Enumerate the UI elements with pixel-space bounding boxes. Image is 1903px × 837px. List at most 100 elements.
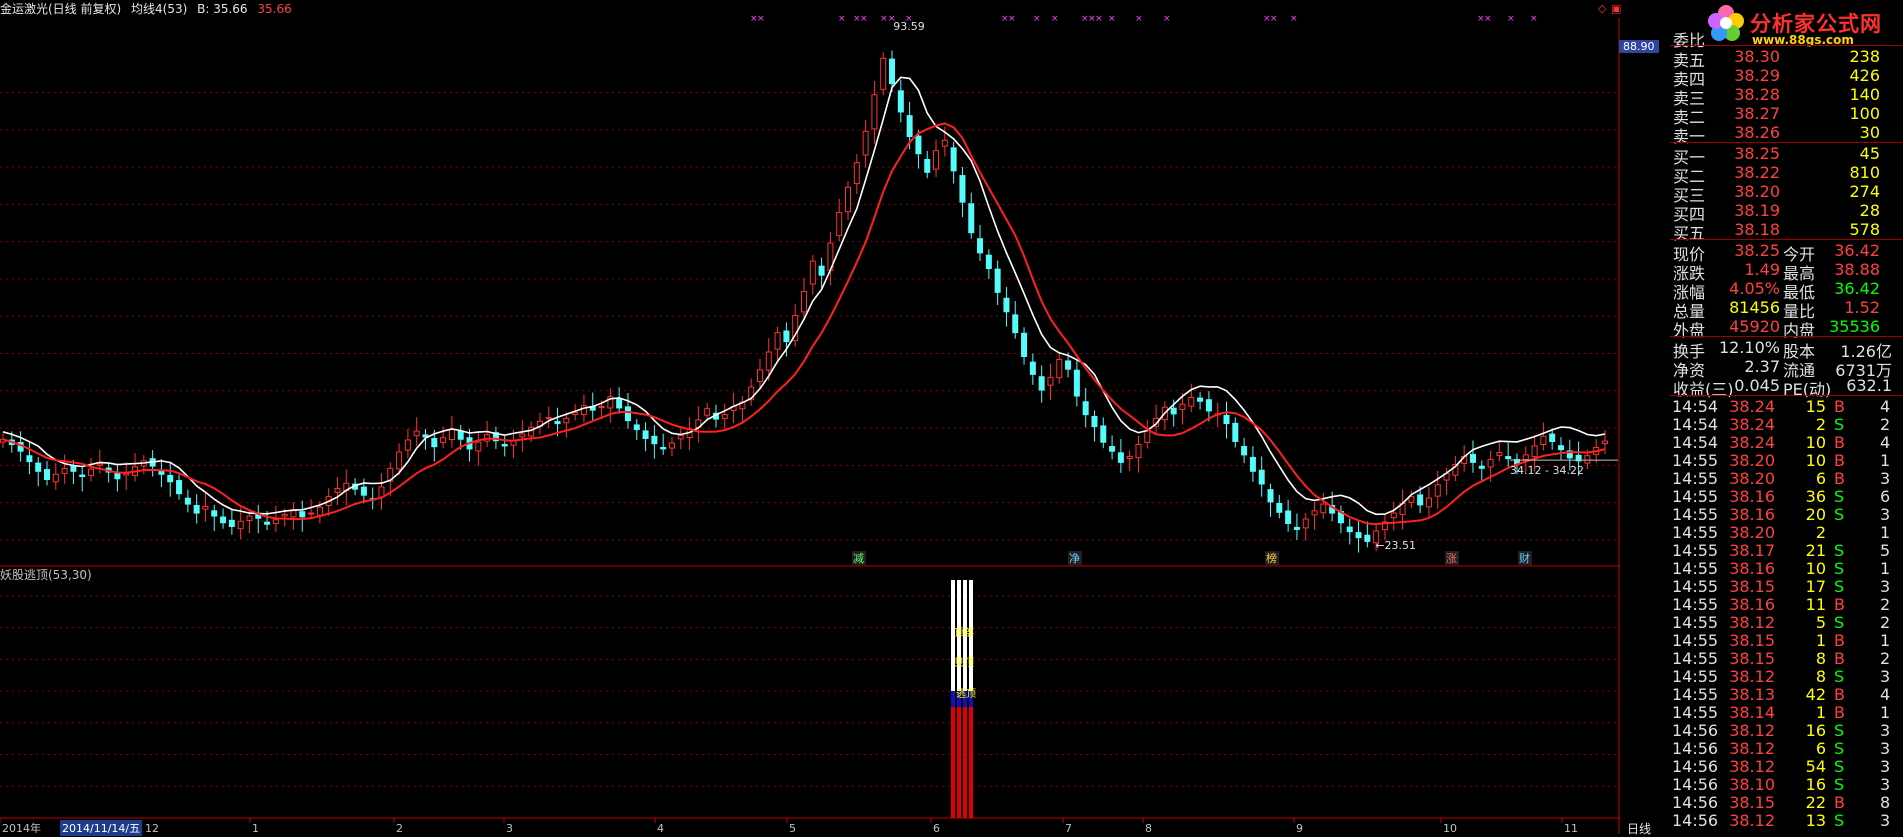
window-menu-icon[interactable]: ▣	[1611, 2, 1621, 15]
candle-body	[35, 462, 42, 472]
candle-body	[624, 406, 631, 422]
xtick-label: 2014年	[2, 821, 41, 834]
candle-body	[545, 417, 552, 420]
candlestick-chart[interactable]: 85.0080.0075.0070.0065.0060.0055.0050.00…	[0, 0, 1620, 834]
event-tag: 榜	[1266, 551, 1277, 565]
tick-side: S	[1834, 757, 1845, 776]
quote-value: 1.49	[1744, 260, 1780, 279]
candle-body	[1302, 518, 1309, 529]
period-label[interactable]: 日线	[1627, 820, 1651, 837]
bid-price: 38.19	[1734, 201, 1780, 220]
candle-body	[1109, 446, 1116, 452]
top-signal-marker: ×	[1008, 14, 1016, 24]
candle-body	[598, 405, 605, 408]
tick-row: 14:55 38.15 8 B 2	[1670, 649, 1893, 668]
quote-row: 总量 81456 量比 1.52	[1670, 298, 1893, 321]
tick-price: 38.24	[1729, 415, 1775, 434]
tick-time: 14:55	[1672, 613, 1719, 632]
fund-row: 净资 2.37 流通 6731万	[1670, 357, 1893, 380]
bid-row: 买五 38.18 578	[1670, 220, 1893, 243]
tick-price: 38.12	[1729, 613, 1775, 632]
tick-row: 14:55 38.13 42 B 4	[1670, 685, 1893, 704]
bid-row: 买三 38.20 274	[1670, 182, 1893, 205]
xtick-label: 11	[1564, 822, 1578, 834]
xtick-label: 3	[506, 822, 513, 834]
tick-count: 1	[1880, 451, 1891, 470]
candle-body	[677, 435, 684, 440]
candle-body	[1047, 376, 1054, 386]
candle-body	[1531, 445, 1538, 458]
candle-body	[1232, 422, 1239, 442]
candle-body	[26, 455, 33, 463]
tick-price: 38.15	[1729, 793, 1775, 812]
tick-volume: 5	[1815, 613, 1826, 632]
candle-body	[1038, 376, 1045, 391]
candle-body	[1135, 443, 1142, 459]
candle-body	[61, 467, 68, 474]
candle-body	[1346, 526, 1353, 533]
tick-row: 14:54 38.24 15 B 4	[1670, 397, 1893, 416]
candle-body	[1012, 314, 1019, 334]
tick-volume: 1	[1815, 631, 1826, 650]
tick-volume: 10	[1805, 559, 1826, 578]
tick-row: 14:55 38.17 21 S 5	[1670, 541, 1893, 560]
candle-body	[246, 515, 253, 521]
weibi-row: 委比	[1670, 27, 1893, 50]
bid-row: 买二 38.22 810	[1670, 163, 1893, 186]
tick-volume: 8	[1815, 667, 1826, 686]
top-signal-marker: ×	[838, 14, 846, 24]
candle-body	[871, 94, 878, 130]
fund-value: 632.1	[1846, 376, 1892, 395]
tick-time: 14:56	[1672, 721, 1719, 740]
ask-row: 卖三 38.28 140	[1670, 85, 1893, 108]
candle-body	[1100, 425, 1107, 443]
tick-price: 38.20	[1729, 523, 1775, 542]
indicator-bar-red	[951, 706, 955, 818]
chart-header: 金运激光(日线 前复权) 均线4(53) B: 35.66 35.66	[0, 0, 298, 17]
candle-body	[176, 480, 183, 495]
indicator-bar-red	[957, 706, 961, 818]
candle-body	[968, 203, 975, 234]
tick-time: 14:55	[1672, 487, 1719, 506]
tick-count: 3	[1880, 721, 1891, 740]
tick-time: 14:54	[1672, 433, 1719, 452]
candle-body	[272, 519, 279, 525]
event-tag: 涨	[1446, 552, 1457, 565]
top-signal-marker: ×	[1108, 14, 1116, 24]
top-signal-marker: ×	[860, 14, 868, 24]
candle-body	[1249, 456, 1256, 472]
candle-body	[1505, 456, 1512, 460]
fund-value: 12.10%	[1718, 338, 1780, 357]
candle-body	[1276, 502, 1283, 513]
tick-row: 14:55 38.12 8 S 3	[1670, 667, 1893, 686]
ask-price: 38.29	[1734, 66, 1780, 85]
tick-price: 38.16	[1729, 487, 1775, 506]
tick-side: B	[1834, 451, 1845, 470]
tick-count: 2	[1880, 649, 1891, 668]
candle-body	[889, 58, 896, 85]
tick-time: 14:54	[1672, 415, 1719, 434]
candle-body	[1117, 452, 1124, 463]
top-signal-marker: ×	[1270, 14, 1278, 24]
tick-time: 14:55	[1672, 505, 1719, 524]
fund-row: 换手 12.10% 股本 1.26亿	[1670, 338, 1893, 361]
candle-body	[801, 291, 807, 313]
tick-side: S	[1834, 415, 1845, 434]
candle-body	[308, 512, 315, 515]
candle-body	[836, 212, 843, 237]
candle-body	[1082, 401, 1089, 416]
bid-volume: 45	[1859, 144, 1880, 163]
window-restore-icon[interactable]: ◇	[1598, 2, 1606, 15]
tick-row: 14:56 38.10 16 S 3	[1670, 775, 1893, 794]
tick-volume: 22	[1805, 793, 1826, 812]
tick-volume: 21	[1805, 541, 1826, 560]
tick-volume: 54	[1805, 757, 1826, 776]
tick-time: 14:56	[1672, 757, 1719, 776]
candle-body	[1003, 297, 1010, 313]
ask-row: 卖一 38.26 30	[1670, 123, 1893, 146]
tick-time: 14:56	[1672, 811, 1719, 830]
panel-separator	[1670, 142, 1903, 143]
candle-body	[475, 441, 482, 452]
candle-body	[1285, 510, 1292, 525]
bid-price: 38.22	[1734, 163, 1780, 182]
